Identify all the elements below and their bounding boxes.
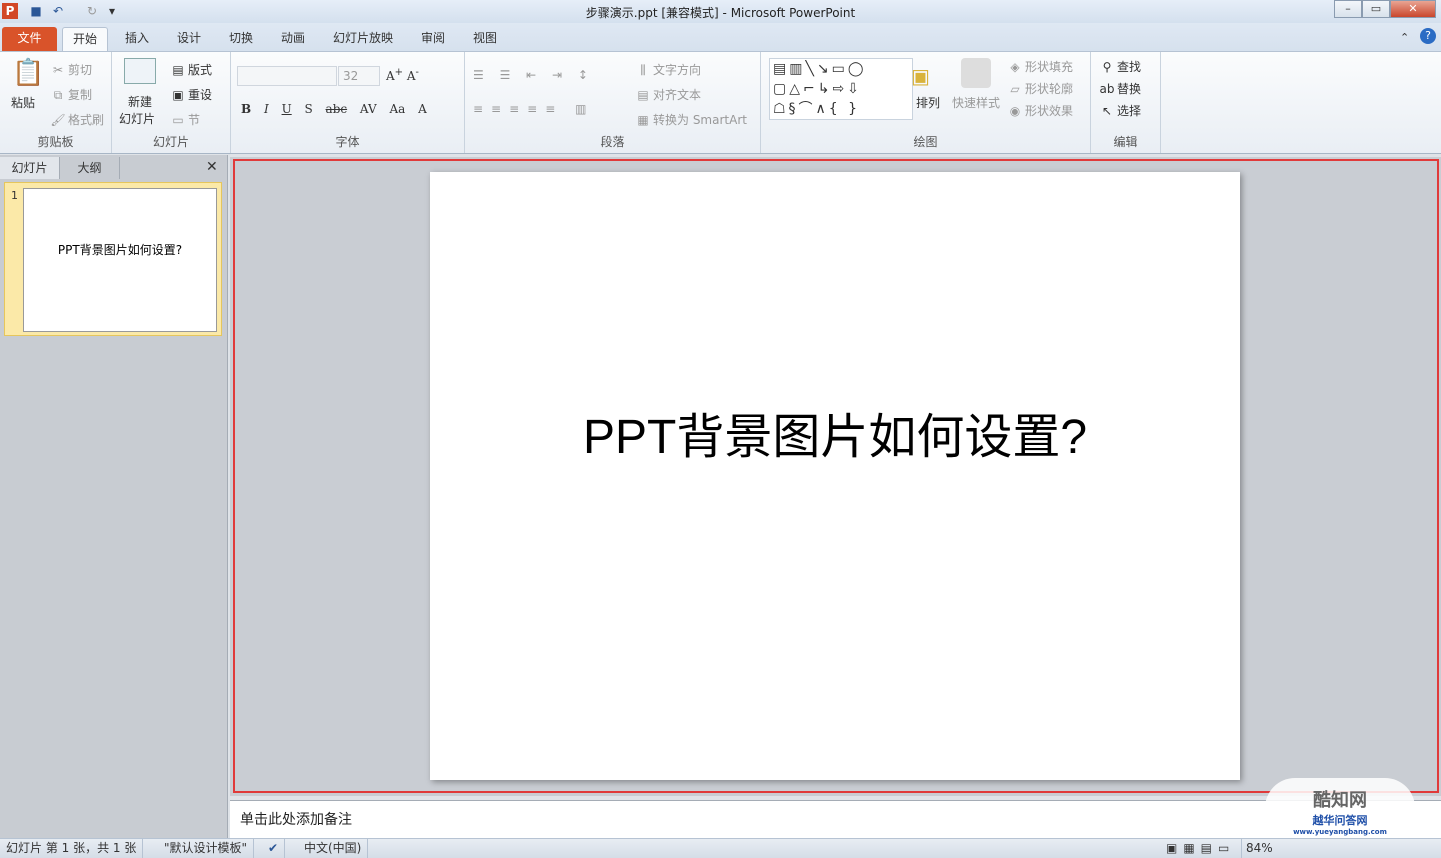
paste-button[interactable]: 粘贴	[11, 94, 35, 111]
tab-design[interactable]: 设计	[167, 27, 211, 51]
text-direction-button[interactable]: 文字方向	[653, 63, 701, 77]
group-label: 剪贴板	[37, 135, 74, 149]
notes-pane[interactable]: 单击此处添加备注	[230, 800, 1441, 838]
shape-effects-button[interactable]: 形状效果	[1025, 104, 1073, 118]
group-label: 编辑	[1113, 135, 1138, 149]
group-slides: 新建 幻灯片 ▤ 版式 ▣ 重设 ▭ 节 幻灯片	[112, 52, 231, 153]
group-editing: ⚲ 查找 ab 替换 ↖ 选择 编辑	[1091, 52, 1161, 153]
help-icon[interactable]: ?	[1420, 28, 1436, 44]
arrange-button[interactable]: 排列	[916, 94, 940, 111]
close-pane-icon[interactable]: ✕	[206, 159, 218, 175]
font-format-buttons[interactable]: B I U S abc AV Aa A	[241, 102, 427, 116]
ribbon: 📋 粘贴 ✂ 剪切 ⧉ 复制 🖌 格式刷 剪贴板 新建 幻灯片 ▤ 版式 ▣ 重设 ▭ 节 …	[0, 51, 1441, 154]
group-font: 32 A+ A- B I U S abc AV Aa A 字体	[231, 52, 465, 153]
arrange-icon: ▣	[911, 64, 930, 88]
find-icon: ⚲	[1102, 60, 1112, 74]
slide-info: 幻灯片 第 1 张，共 1 张	[0, 839, 144, 858]
group-drawing: ▤▥╲↘▭◯ ▢△⌐↳⇨⇩ ☖§⌒∧{ } ▣ 排列 快速样式 ◈ 形状填充 ▱ 形状轮…	[761, 52, 1091, 153]
quick-styles-icon	[961, 58, 991, 88]
slide-number: 1	[11, 189, 18, 202]
slide-title[interactable]: PPT背景图片如何设置?	[430, 397, 1240, 467]
text-direction-icon: ⫼	[640, 63, 646, 77]
new-slide-button[interactable]: 幻灯片	[119, 110, 155, 127]
copy-button[interactable]: 复制	[68, 88, 92, 102]
minimize-button[interactable]: –	[1334, 0, 1362, 18]
section-button[interactable]: 节	[188, 113, 200, 127]
tab-file[interactable]: 文件	[2, 27, 57, 51]
paste-icon[interactable]: 📋	[12, 58, 44, 88]
theme-name[interactable]: "默认设计模板"	[158, 839, 255, 858]
language[interactable]: 中文(中国)	[298, 839, 369, 858]
tab-outline-pane[interactable]: 大纲	[60, 157, 120, 179]
align-buttons[interactable]: ≡≡≡≡≡ ▥	[473, 102, 594, 116]
tab-home[interactable]: 开始	[62, 27, 109, 51]
shapes-gallery[interactable]: ▤▥╲↘▭◯ ▢△⌐↳⇨⇩ ☖§⌒∧{ }	[769, 58, 913, 120]
cut-icon: ✂	[52, 63, 64, 77]
cut-button[interactable]: 剪切	[68, 63, 92, 77]
format-painter-button[interactable]: 格式刷	[68, 113, 104, 127]
title-bar: P ■ ↶ ↻ ▾ 步骤演示.ppt [兼容模式] - Microsoft Po…	[0, 0, 1441, 23]
align-text-button[interactable]: 对齐文本	[653, 88, 701, 102]
tab-view[interactable]: 视图	[463, 27, 507, 51]
shape-fill-icon: ◈	[1010, 60, 1020, 74]
group-label: 幻灯片	[152, 135, 189, 149]
smartart-icon: ▦	[637, 113, 649, 127]
tab-transitions[interactable]: 切换	[219, 27, 263, 51]
tab-animations[interactable]: 动画	[271, 27, 315, 51]
group-label: 段落	[600, 135, 625, 149]
ribbon-tabs: 文件 开始 插入 设计 切换 动画 幻灯片放映 审阅 视图 ⌃ ?	[0, 23, 1441, 51]
align-text-icon: ▤	[637, 88, 649, 102]
replace-icon: ab	[1099, 82, 1115, 96]
watermark-text: 酷知网	[1313, 790, 1367, 811]
watermark-text: 越华问答网	[1312, 814, 1368, 827]
zoom-level[interactable]: 84%	[1240, 839, 1279, 858]
group-label: 绘图	[913, 135, 938, 149]
shape-outline-button[interactable]: 形状轮廓	[1025, 82, 1073, 96]
replace-button[interactable]: 替换	[1117, 82, 1141, 96]
font-size-input[interactable]: 32	[338, 66, 380, 86]
tab-slides-pane[interactable]: 幻灯片	[0, 157, 60, 179]
select-icon: ↖	[1101, 104, 1113, 118]
layout-button[interactable]: 版式	[188, 63, 212, 77]
close-button[interactable]: ✕	[1390, 0, 1436, 18]
copy-icon: ⧉	[53, 88, 63, 102]
quick-styles-button[interactable]: 快速样式	[952, 94, 1000, 111]
layout-icon: ▤	[172, 63, 184, 77]
reset-icon: ▣	[172, 88, 184, 102]
tab-slideshow[interactable]: 幻灯片放映	[323, 27, 403, 51]
shape-outline-icon: ▱	[1010, 82, 1020, 96]
maximize-button[interactable]: ▭	[1362, 0, 1390, 18]
group-clipboard: 📋 粘贴 ✂ 剪切 ⧉ 复制 🖌 格式刷 剪贴板	[0, 52, 112, 153]
section-icon: ▭	[172, 113, 184, 127]
spell-check-icon[interactable]: ✔	[262, 839, 286, 858]
collapse-ribbon-icon[interactable]: ⌃	[1400, 31, 1409, 44]
grow-font-icon[interactable]: A+ A-	[386, 67, 419, 83]
list-buttons[interactable]: ☰ ☰ ⇤ ⇥ ↕	[473, 68, 594, 82]
watermark-url: www.yueyangbang.com	[1293, 828, 1387, 836]
slide-canvas[interactable]: PPT背景图片如何设置?	[430, 172, 1240, 780]
format-painter-icon: 🖌	[50, 113, 66, 127]
find-button[interactable]: 查找	[1117, 60, 1141, 74]
shape-effects-icon: ◉	[1009, 104, 1021, 118]
shape-fill-button[interactable]: 形状填充	[1025, 60, 1073, 74]
status-bar: 幻灯片 第 1 张，共 1 张 "默认设计模板" ✔ 中文(中国) ▣▦▤▭ 8…	[0, 838, 1441, 858]
view-buttons[interactable]: ▣▦▤▭	[1160, 839, 1243, 858]
tab-insert[interactable]: 插入	[115, 27, 159, 51]
reset-button[interactable]: 重设	[188, 88, 212, 102]
new-slide-label[interactable]: 新建	[128, 93, 152, 110]
tab-review[interactable]: 审阅	[411, 27, 455, 51]
smartart-button[interactable]: 转换为 SmartArt	[653, 113, 747, 127]
group-label: 字体	[335, 135, 360, 149]
group-paragraph: ☰ ☰ ⇤ ⇥ ↕ ≡≡≡≡≡ ▥ ⫼ 文字方向 ▤ 对齐文本 ▦ 转换为 Smart…	[465, 52, 761, 153]
font-name-input[interactable]	[237, 66, 337, 86]
select-button[interactable]: 选择	[1117, 104, 1141, 118]
slide-thumbnail[interactable]: PPT背景图片如何设置?	[23, 188, 217, 332]
window-title: 步骤演示.ppt [兼容模式] - Microsoft PowerPoint	[585, 6, 856, 20]
new-slide-icon[interactable]	[124, 58, 156, 84]
